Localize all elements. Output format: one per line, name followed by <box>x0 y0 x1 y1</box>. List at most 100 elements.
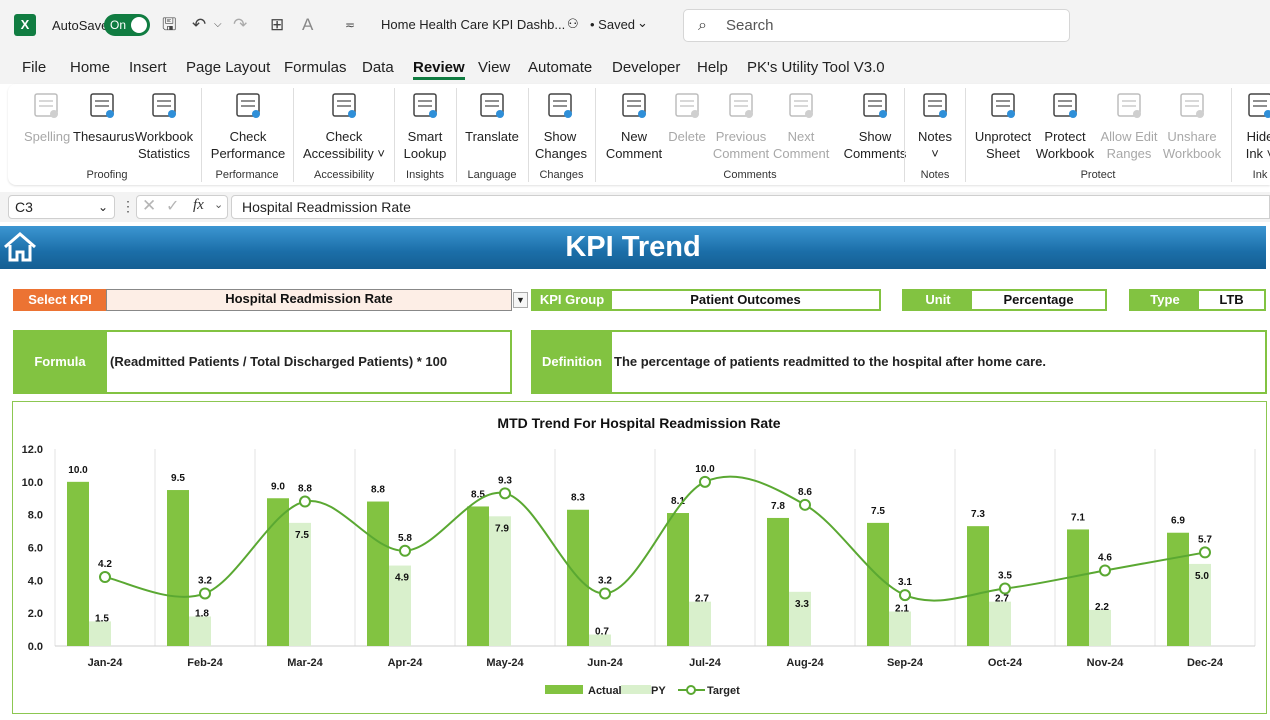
tab-formulas[interactable]: Formulas <box>284 59 347 76</box>
py-bar <box>689 601 711 646</box>
font-color-icon[interactable]: A <box>302 14 313 36</box>
dropdown-arrow-icon[interactable]: ▼ <box>513 292 528 308</box>
notes-icon <box>923 93 947 118</box>
name-box[interactable]: C3 ⌄ <box>8 195 115 219</box>
next-comment-button[interactable]: Next Comment <box>773 90 829 162</box>
target-data-label: 3.1 <box>898 577 912 588</box>
autosave-toggle[interactable]: On <box>104 14 150 36</box>
ribbon-button-label: Comment <box>712 146 770 161</box>
py-data-label: 1.8 <box>195 608 209 619</box>
y-tick-label: 6.0 <box>28 543 43 555</box>
tab-page-layout[interactable]: Page Layout <box>186 59 270 76</box>
actual-bar <box>767 517 789 646</box>
ribbon-button-label: Allow Edit <box>1100 129 1158 144</box>
show-changes-icon <box>548 93 572 118</box>
tab-help[interactable]: Help <box>697 59 728 76</box>
ribbon-button-label: Ink ˅ <box>1245 146 1270 161</box>
y-tick-label: 4.0 <box>28 575 43 587</box>
show-changes-button[interactable]: Show Changes <box>535 90 587 162</box>
select-kpi-dropdown[interactable]: Hospital Readmission Rate <box>106 289 512 311</box>
document-title[interactable]: Home Health Care KPI Dashb... <box>381 17 565 32</box>
delete-comment-icon <box>675 93 699 118</box>
allow-edit-ranges-icon <box>1117 93 1141 118</box>
translate-button[interactable]: Translate <box>465 90 519 145</box>
group-accessibility: Accessibility <box>314 169 374 181</box>
py-bar <box>989 601 1011 646</box>
customize-toolbar-icon[interactable]: ≂ <box>345 14 355 36</box>
x-tick-label: Feb-24 <box>187 657 223 669</box>
smart-lookup-button[interactable]: Smart Lookup <box>402 90 448 162</box>
tab-review[interactable]: Review <box>413 59 465 80</box>
saved-status[interactable]: • Saved <box>590 17 635 32</box>
tab-pk-utility-tool[interactable]: PK's Utility Tool V3.0 <box>747 59 885 76</box>
workbook-statistics-button[interactable]: Workbook Statistics <box>133 90 195 162</box>
group-comments: Comments <box>723 169 777 181</box>
check-performance-icon <box>236 93 260 118</box>
ribbon-separator <box>456 88 457 182</box>
target-point <box>299 495 311 508</box>
tab-developer[interactable]: Developer <box>612 59 680 76</box>
new-comment-button[interactable]: New Comment <box>602 90 666 162</box>
y-tick-label: 12.0 <box>22 444 43 456</box>
x-tick-label: May-24 <box>486 657 524 669</box>
home-icon[interactable] <box>2 229 38 265</box>
thesaurus-button[interactable]: Thesaurus <box>73 90 134 145</box>
redo-icon[interactable]: ↷ <box>233 14 247 36</box>
target-data-label: 9.3 <box>498 475 512 486</box>
tab-data[interactable]: Data <box>362 59 394 76</box>
definition-value: The percentage of patients readmitted to… <box>614 354 1046 369</box>
unprotect-sheet-button[interactable]: Unprotect Sheet <box>971 90 1035 162</box>
chevron-down-icon[interactable]: ⌄ <box>214 198 223 211</box>
translate-icon <box>480 93 504 118</box>
cancel-icon[interactable]: ✕ <box>142 196 156 216</box>
protect-workbook-button[interactable]: Protect Workbook <box>1033 90 1097 162</box>
tab-insert[interactable]: Insert <box>129 59 167 76</box>
enter-icon[interactable]: ✓ <box>166 196 179 216</box>
excel-logo-icon: X <box>14 14 36 36</box>
page-title: KPI Trend <box>0 226 1266 269</box>
delete-comment-button[interactable]: Delete <box>666 90 708 145</box>
more-options-icon[interactable]: ⋮ <box>121 198 135 215</box>
accessibility-icon <box>332 93 356 118</box>
previous-comment-button[interactable]: Previous Comment <box>708 90 774 162</box>
target-point <box>199 587 211 600</box>
ribbon-separator <box>528 88 529 182</box>
spelling-button[interactable]: Spelling <box>24 90 70 145</box>
type-value: LTB <box>1197 289 1266 311</box>
autosave-label: AutoSave <box>52 18 109 33</box>
tab-automate[interactable]: Automate <box>528 59 592 76</box>
save-icon[interactable]: 🖫 <box>162 14 176 36</box>
chevron-down-icon[interactable]: ⌄ <box>637 15 648 31</box>
show-comments-button[interactable]: Show Comments <box>838 90 912 162</box>
hide-ink-button[interactable]: Hide Ink ˅ <box>1240 90 1270 162</box>
accessibility-button[interactable]: Check Accessibility ˅ <box>300 90 388 162</box>
workbook-statistics-icon <box>152 93 176 118</box>
py-data-label: 1.5 <box>95 613 109 624</box>
ribbon-button-label: Show <box>858 129 892 144</box>
tab-home[interactable]: Home <box>70 59 110 76</box>
search-placeholder: Search <box>726 17 774 34</box>
undo-icon[interactable]: ↶ <box>192 14 206 36</box>
search-box[interactable]: ⌕ Search <box>683 9 1070 42</box>
group-ink: Ink <box>1252 169 1268 181</box>
allow-edit-ranges-button[interactable]: Allow Edit Ranges <box>1097 90 1161 162</box>
actual-bar <box>667 513 689 646</box>
target-data-label: 4.2 <box>98 559 112 570</box>
borders-icon[interactable]: ⊞ <box>270 14 284 36</box>
actual-data-label: 7.1 <box>1071 512 1085 523</box>
unshare-workbook-button[interactable]: Unshare Workbook <box>1160 90 1224 162</box>
py-data-label: 2.2 <box>1095 602 1109 613</box>
undo-dropdown-icon[interactable]: ⌵ <box>214 14 222 36</box>
tab-view[interactable]: View <box>478 59 510 76</box>
actual-bar <box>1167 532 1189 646</box>
notes-button[interactable]: Notes ˅ <box>914 90 956 162</box>
actual-data-label: 8.8 <box>371 485 385 496</box>
actual-data-label: 8.5 <box>471 489 485 500</box>
show-comments-icon <box>863 93 887 118</box>
target-point <box>699 475 711 488</box>
formula-input[interactable]: Hospital Readmission Rate <box>231 195 1270 219</box>
insert-function-icon[interactable]: fx <box>193 197 204 214</box>
hide-ink-icon <box>1248 93 1270 118</box>
tab-file[interactable]: File <box>22 59 46 76</box>
check-performance-button[interactable]: Check Performance <box>210 90 286 162</box>
